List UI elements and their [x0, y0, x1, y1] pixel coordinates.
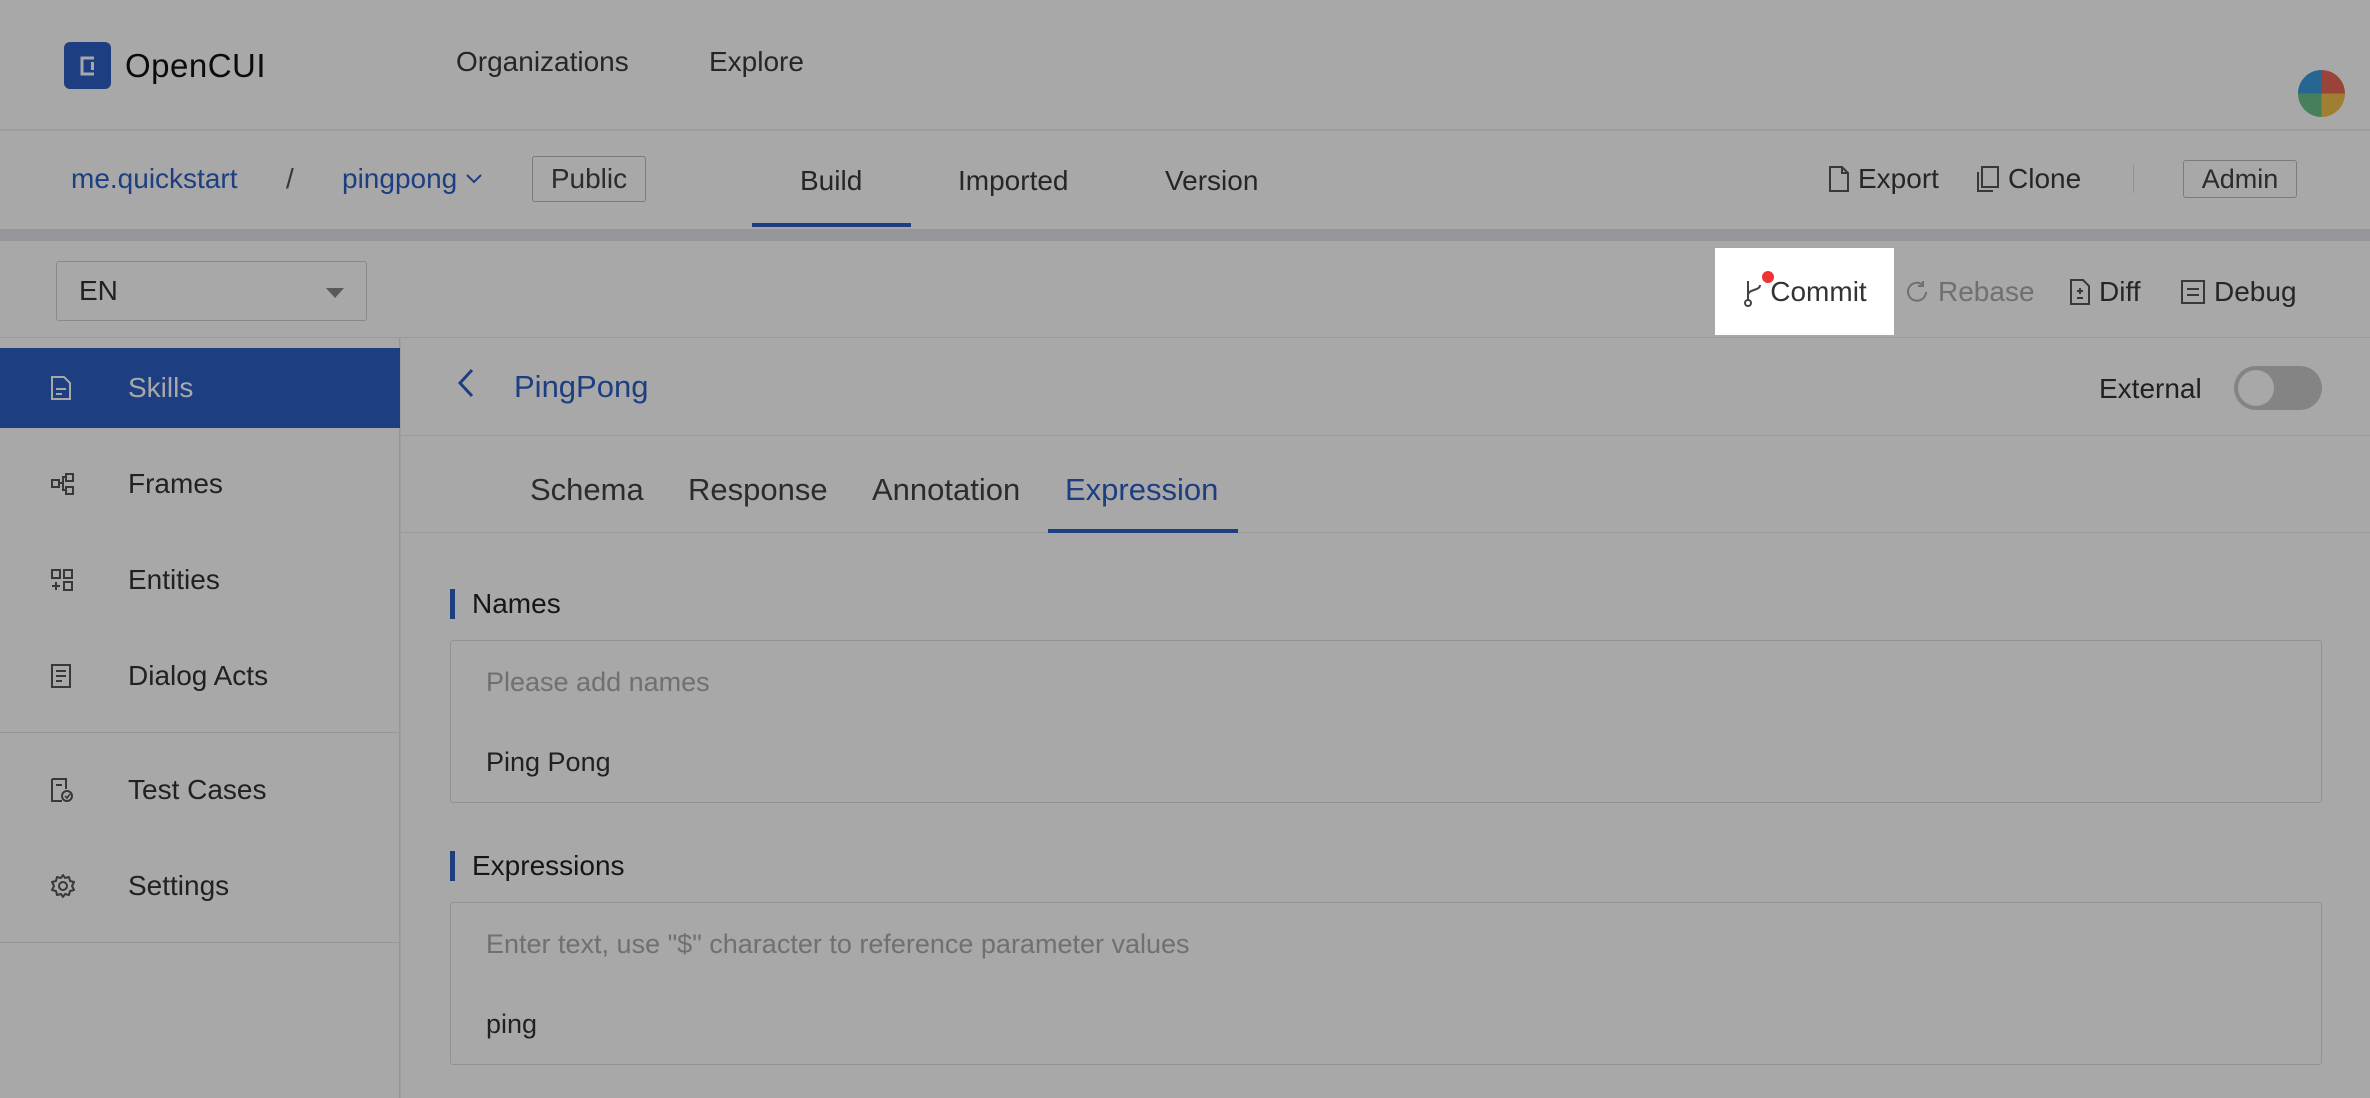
notification-dot [1762, 271, 1774, 283]
spotlight-overlay [0, 0, 2370, 1098]
commit-label: Commit [1770, 275, 1867, 307]
commit-button[interactable]: Commit [1715, 248, 1894, 335]
